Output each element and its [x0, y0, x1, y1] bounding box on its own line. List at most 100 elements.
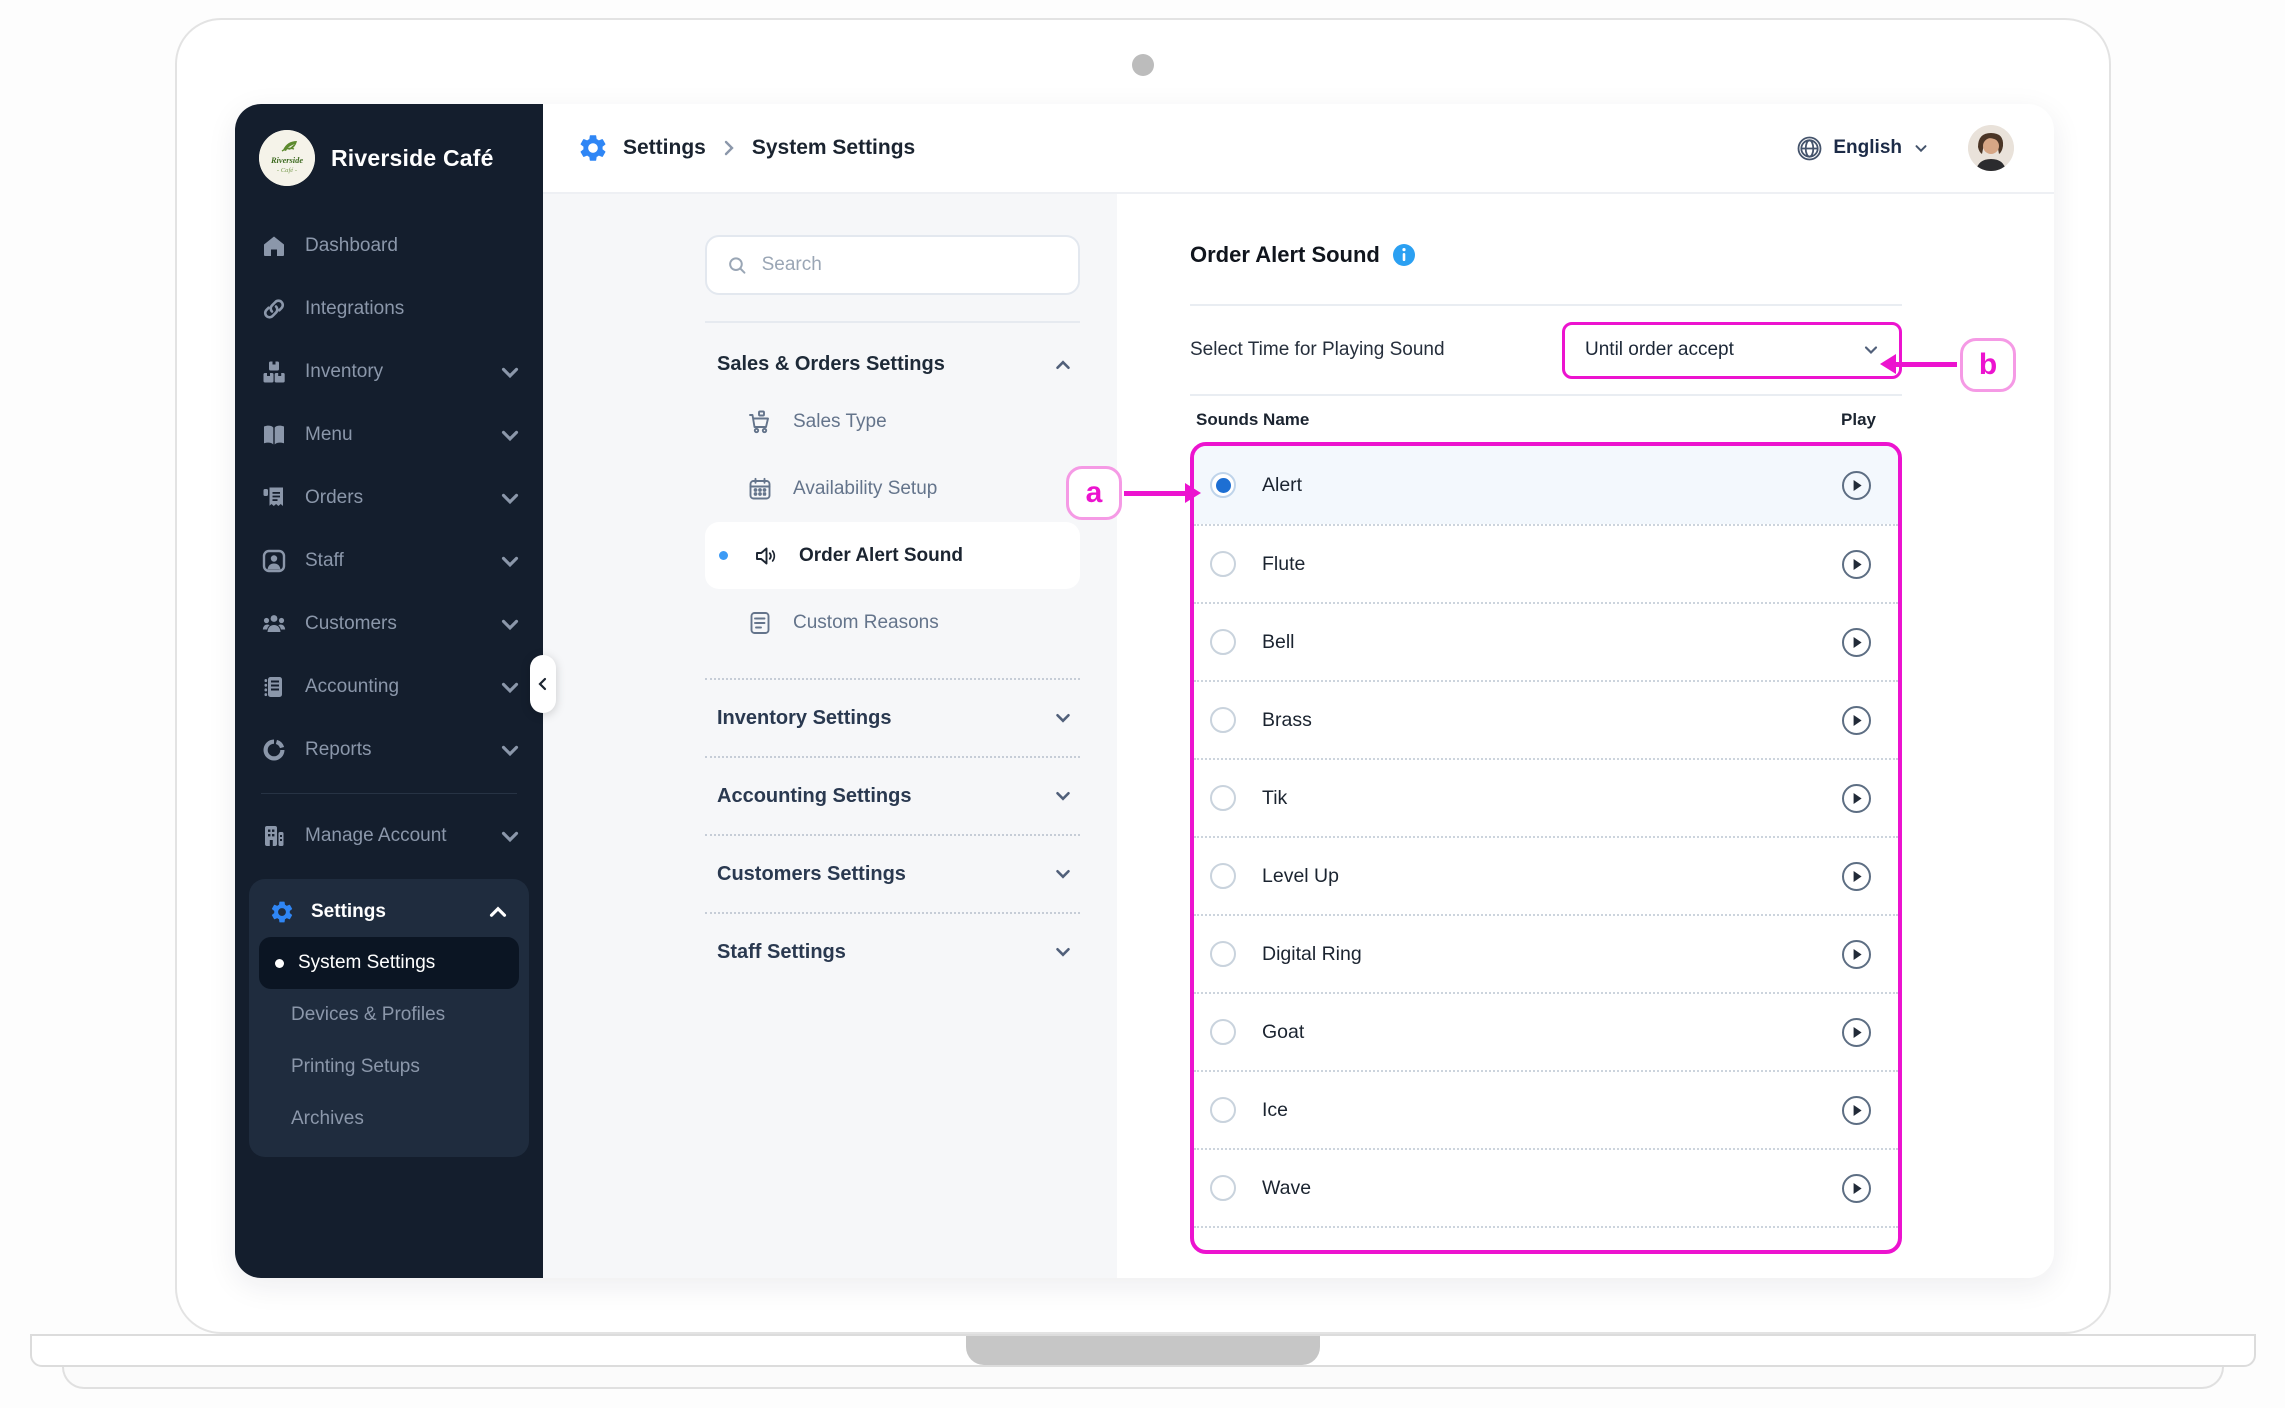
avatar[interactable]: [1968, 125, 2014, 171]
nav-item-label: Sales Type: [793, 410, 887, 432]
play-circle-icon: [1842, 861, 1871, 891]
sound-row[interactable]: Digital Ring: [1194, 914, 1898, 992]
play-sound-button[interactable]: [1841, 861, 1872, 892]
sound-row[interactable]: Ice: [1194, 1070, 1898, 1148]
chevron-down-icon: [501, 619, 519, 630]
play-sound-button[interactable]: [1841, 549, 1872, 580]
sidebar-item-reports[interactable]: Reports: [261, 718, 523, 781]
select-time-label: Select Time for Playing Sound: [1190, 339, 1445, 360]
play-sound-button[interactable]: [1841, 939, 1872, 970]
sidebar-item-settings[interactable]: Settings: [259, 887, 519, 937]
sound-row[interactable]: Level Up: [1194, 836, 1898, 914]
chevron-down-icon: [501, 682, 519, 693]
play-sound-button[interactable]: [1841, 1173, 1872, 1204]
group-accounting-settings[interactable]: Accounting Settings: [705, 756, 1080, 834]
sound-row[interactable]: Bell: [1194, 602, 1898, 680]
sound-radio[interactable]: [1210, 551, 1236, 577]
sidebar-item-archives[interactable]: Archives: [259, 1093, 519, 1145]
chevron-down-icon: [1056, 869, 1070, 879]
sidebar-item-printing-setups[interactable]: Printing Setups: [259, 1041, 519, 1093]
app-header: Settings System Settings English: [543, 104, 2054, 194]
accounting-icon: [264, 676, 282, 697]
sidebar-item-label: Staff: [305, 549, 344, 571]
sound-radio[interactable]: [1210, 785, 1236, 811]
sidebar-item-label: Orders: [305, 486, 364, 508]
play-sound-button[interactable]: [1841, 783, 1872, 814]
chevron-down-icon: [501, 430, 519, 441]
sidebar-item-integrations[interactable]: Integrations: [261, 277, 523, 340]
sidebar-item-accounting[interactable]: Accounting: [261, 655, 523, 718]
sidebar-item-devices-profiles[interactable]: Devices & Profiles: [259, 989, 519, 1041]
sound-radio[interactable]: [1210, 1019, 1236, 1045]
chevron-up-icon: [1056, 359, 1070, 369]
sidebar-collapse-handle[interactable]: [530, 655, 556, 713]
sound-radio[interactable]: [1210, 1175, 1236, 1201]
sound-radio[interactable]: [1210, 863, 1236, 889]
sidebar-item-label: Inventory: [305, 360, 384, 382]
laptop-base-notch: [966, 1336, 1320, 1365]
play-sound-button[interactable]: [1841, 1017, 1872, 1048]
play-sound-button[interactable]: [1841, 627, 1872, 658]
nav-item-availability-setup[interactable]: Availability Setup: [705, 455, 1080, 522]
sound-radio[interactable]: [1210, 472, 1236, 498]
sound-row[interactable]: Flute: [1194, 524, 1898, 602]
sound-row[interactable]: Wave 2: [1194, 1226, 1898, 1255]
play-sound-button[interactable]: [1841, 1251, 1872, 1255]
gear-icon: [271, 901, 293, 923]
chevron-down-icon: [501, 493, 519, 504]
annotation-a-box: a: [1066, 466, 1122, 520]
sidebar-item-menu[interactable]: Menu: [261, 403, 523, 466]
select-time-row: Select Time for Playing Sound Until orde…: [1190, 306, 1902, 394]
sound-radio[interactable]: [1210, 1097, 1236, 1123]
laptop-base-bottom: [62, 1367, 2224, 1389]
sidebar-item-customers[interactable]: Customers: [261, 592, 523, 655]
customers-icon: [262, 614, 286, 632]
group-inventory-settings[interactable]: Inventory Settings: [705, 678, 1080, 756]
nav-item-order-alert-sound[interactable]: Order Alert Sound: [705, 522, 1080, 589]
play-sound-button[interactable]: [1841, 470, 1872, 501]
sidebar-item-system-settings[interactable]: System Settings: [259, 937, 519, 989]
svg-text:Riverside: Riverside: [270, 156, 303, 165]
play-time-dropdown[interactable]: Until order accept: [1562, 321, 1902, 379]
sound-row[interactable]: Alert: [1194, 446, 1898, 524]
sidebar-item-inventory[interactable]: Inventory: [261, 340, 523, 403]
sound-radio[interactable]: [1210, 1253, 1236, 1254]
sound-radio[interactable]: [1210, 707, 1236, 733]
sound-row[interactable]: Goat: [1194, 992, 1898, 1070]
nav-item-custom-reasons[interactable]: Custom Reasons: [705, 589, 1080, 656]
sounds-name-header: Sounds Name: [1196, 410, 1310, 429]
sound-radio[interactable]: [1210, 941, 1236, 967]
search-input[interactable]: [761, 254, 1058, 276]
play-sound-button[interactable]: [1841, 705, 1872, 736]
language-selector[interactable]: English: [1796, 135, 1930, 162]
home-icon: [264, 236, 284, 256]
nav-item-sales-type[interactable]: Sales Type: [705, 388, 1080, 455]
search-box[interactable]: [705, 235, 1080, 295]
sound-label: Alert: [1262, 473, 1303, 496]
sidebar-item-staff[interactable]: Staff: [261, 529, 523, 592]
sidebar-item-manage-account[interactable]: Manage Account: [261, 804, 523, 867]
sidebar-item-dashboard[interactable]: Dashboard: [261, 214, 523, 277]
sound-row[interactable]: Wave: [1194, 1148, 1898, 1226]
breadcrumb-settings[interactable]: Settings: [623, 136, 706, 160]
sound-row[interactable]: Tik: [1194, 758, 1898, 836]
reports-icon: [263, 739, 285, 760]
laptop-base: [30, 1334, 2256, 1367]
sidebar-nav: Dashboard Integrations Inventory Menu Or…: [235, 214, 543, 781]
language-label: English: [1833, 137, 1902, 158]
sidebar-item-label: Customers: [305, 612, 397, 634]
group-customers-settings[interactable]: Customers Settings: [705, 834, 1080, 912]
group-label: Inventory Settings: [717, 706, 892, 729]
play-sound-button[interactable]: [1841, 1095, 1872, 1126]
annotation-a-arrow: [1124, 483, 1201, 503]
receipt-icon: [263, 487, 283, 506]
info-icon[interactable]: [1392, 243, 1416, 267]
chevron-down-icon: [1056, 713, 1070, 723]
sound-radio[interactable]: [1210, 629, 1236, 655]
brand-name: Riverside Café: [331, 144, 494, 171]
calendar-icon: [749, 477, 771, 499]
sidebar-item-orders[interactable]: Orders: [261, 466, 523, 529]
group-staff-settings[interactable]: Staff Settings: [705, 912, 1080, 990]
sound-row[interactable]: Brass: [1194, 680, 1898, 758]
group-sales-orders-settings[interactable]: Sales & Orders Settings: [705, 323, 1080, 388]
